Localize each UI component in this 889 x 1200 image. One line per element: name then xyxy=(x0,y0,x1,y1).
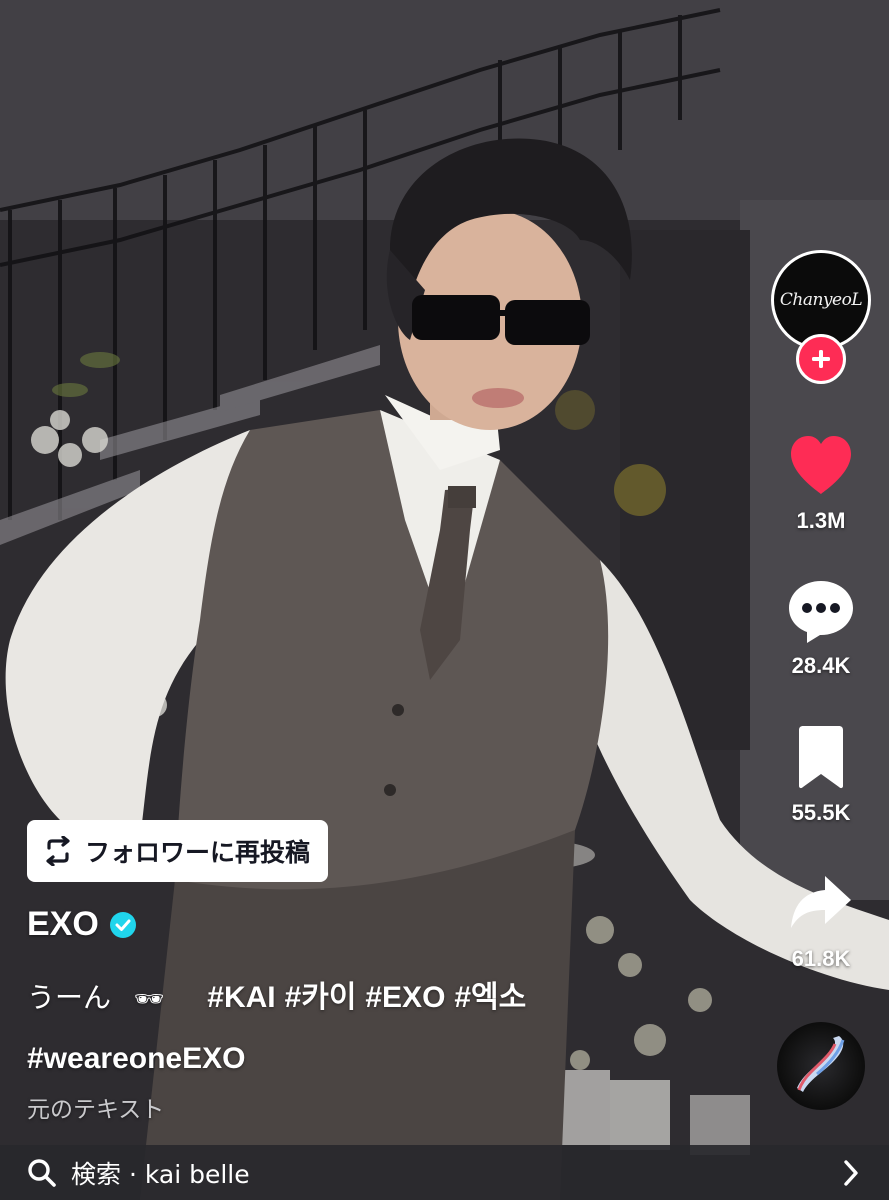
plus-icon xyxy=(812,350,830,368)
save-count: 55.5K xyxy=(791,800,851,825)
repost-to-followers-button[interactable]: フォロワーに再投稿 xyxy=(27,820,329,882)
caption-text: うーん xyxy=(27,981,112,1014)
avatar-text: ChanyeoL xyxy=(779,290,863,310)
search-suggestion: 検索 · kai belle xyxy=(71,1155,841,1191)
search-query: kai belle xyxy=(144,1159,250,1189)
share-arrow-icon xyxy=(791,876,851,928)
see-original-text-link[interactable]: 元のテキスト xyxy=(27,1090,164,1124)
tiktok-video-screen: ChanyeoL 1.3M 28.4K 55.5K 61.8K フォロワーに再投… xyxy=(0,0,889,1200)
share-button[interactable]: 61.8K xyxy=(771,868,871,972)
hashtag-exo[interactable]: #EXO xyxy=(365,981,445,1014)
search-separator: · xyxy=(121,1159,145,1189)
hashtag-kai-korean[interactable]: #카이 xyxy=(285,981,357,1014)
chevron-right-icon xyxy=(844,1159,858,1186)
comment-button[interactable]: 28.4K xyxy=(771,575,871,679)
music-disc[interactable] xyxy=(777,1022,865,1110)
hashtag-exo-korean[interactable]: #엑소 xyxy=(454,981,526,1014)
follow-button[interactable] xyxy=(796,334,846,384)
heart-icon xyxy=(791,436,851,494)
share-count: 61.8K xyxy=(791,946,851,971)
save-button[interactable]: 55.5K xyxy=(771,722,871,826)
verified-check-icon xyxy=(109,911,136,938)
search-prefix: 検索 xyxy=(71,1159,122,1189)
creator-avatar-group: ChanyeoL xyxy=(771,250,871,390)
author-row[interactable]: EXO xyxy=(27,905,137,944)
comment-count: 28.4K xyxy=(791,653,851,678)
music-disc-art-icon xyxy=(797,1036,845,1092)
comment-bubble-icon xyxy=(789,581,853,643)
search-bar[interactable]: 検索 · kai belle xyxy=(0,1145,889,1200)
like-button[interactable]: 1.3M xyxy=(771,430,871,534)
repost-arrows-icon xyxy=(46,836,70,866)
post-caption: うーん 🕶 #KAI #카이 #EXO #엑소 #weareoneEXO xyxy=(27,968,747,1089)
bookmark-icon xyxy=(799,726,843,789)
search-icon xyxy=(28,1158,56,1187)
like-count: 1.3M xyxy=(796,508,846,533)
hashtag-weareoneexo[interactable]: #weareoneEXO xyxy=(27,1042,245,1075)
author-name[interactable]: EXO xyxy=(27,905,99,944)
action-rail: ChanyeoL 1.3M 28.4K 55.5K 61.8K xyxy=(771,0,871,1200)
hashtag-kai[interactable]: #KAI xyxy=(207,981,275,1014)
sunglasses-emoji: 🕶 xyxy=(133,985,165,1013)
repost-label: フォロワーに再投稿 xyxy=(85,838,311,867)
